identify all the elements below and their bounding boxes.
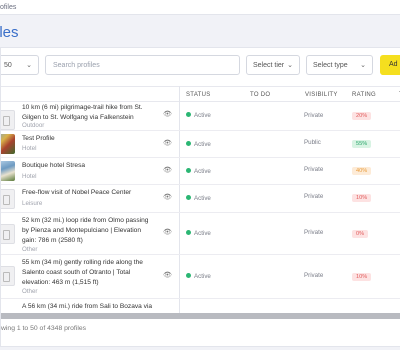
- table-row[interactable]: Test Profile Hotel 👁︎ Active Public 55%: [1, 131, 400, 158]
- eye-icon[interactable]: 👁︎: [163, 139, 172, 147]
- thumbnail-placeholder-icon: [1, 110, 15, 130]
- status-text: Active: [194, 168, 211, 175]
- table-header: STATUS TO DO VISIBILITY RATING T: [1, 86, 400, 102]
- table-row[interactable]: 55 km (34 mi) gently rolling ride along …: [1, 255, 400, 299]
- pagination-summary: wing 1 to 50 of 4348 profiles: [1, 325, 87, 332]
- thumbnail-image: [1, 161, 15, 181]
- status-dot-icon: [186, 273, 191, 278]
- table-row[interactable]: Free-flow visit of Nobel Peace Center Le…: [1, 185, 400, 213]
- status-text: Active: [194, 273, 211, 280]
- thumbnail-image: [1, 134, 15, 154]
- rating-badge: 20%: [352, 112, 372, 120]
- table-body: 10 km (6 mi) pilgrimage-trail hike from …: [1, 103, 400, 313]
- rating-badge: 55%: [352, 140, 372, 148]
- column-rating[interactable]: RATING: [352, 92, 376, 98]
- tier-placeholder: Select tier: [253, 62, 285, 69]
- profile-category: Other: [22, 246, 38, 253]
- thumbnail-placeholder-icon: [1, 224, 15, 244]
- profile-title[interactable]: Test Profile: [22, 134, 156, 144]
- add-profile-button[interactable]: Ad: [380, 55, 400, 75]
- status-cell: Active: [186, 141, 211, 148]
- table-row[interactable]: Boutique hotel Stresa Hotel 👁︎ Active Pr…: [1, 158, 400, 185]
- column-status[interactable]: STATUS: [186, 92, 211, 98]
- eye-icon[interactable]: 👁︎: [163, 271, 172, 279]
- thumbnail-placeholder-icon: [1, 189, 15, 209]
- per-page-value: 50: [4, 62, 12, 69]
- status-dot-icon: [186, 230, 191, 235]
- status-dot-icon: [186, 195, 191, 200]
- status-cell: Active: [186, 273, 211, 280]
- rating-badge: 10%: [352, 273, 372, 281]
- page-title: iles: [0, 24, 19, 41]
- per-page-select[interactable]: 50 ⌄: [1, 55, 39, 75]
- eye-icon[interactable]: 👁︎: [163, 228, 172, 236]
- visibility-cell: Public: [304, 139, 321, 146]
- status-text: Active: [194, 112, 211, 119]
- status-cell: Active: [186, 230, 211, 237]
- column-visibility[interactable]: VISIBILITY: [305, 92, 338, 98]
- profile-category: Other: [22, 288, 38, 295]
- status-cell: Active: [186, 168, 211, 175]
- eye-icon[interactable]: 👁︎: [163, 110, 172, 118]
- status-text: Active: [194, 141, 211, 148]
- status-dot-icon: [186, 112, 191, 117]
- profile-category: Hotel: [22, 173, 37, 180]
- type-select[interactable]: Select type ⌄: [306, 55, 373, 75]
- status-dot-icon: [186, 141, 191, 146]
- table-row[interactable]: 52 km (32 mi.) loop ride from Olmo passi…: [1, 213, 400, 255]
- profile-category: Leisure: [22, 200, 43, 207]
- search-input[interactable]: Search profiles: [45, 55, 240, 75]
- profile-title[interactable]: 52 km (32 mi.) loop ride from Olmo passi…: [22, 216, 156, 246]
- rating-badge: 40%: [352, 167, 372, 175]
- toolbar: 50 ⌄ Search profiles Select tier ⌄ Selec…: [1, 55, 400, 75]
- profile-title[interactable]: 55 km (34 mi) gently rolling ride along …: [22, 258, 156, 288]
- visibility-cell: Private: [304, 229, 324, 236]
- status-text: Active: [194, 195, 211, 202]
- horizontal-scrollbar[interactable]: [1, 313, 400, 319]
- chevron-down-icon: ⌄: [360, 62, 366, 69]
- rating-badge: 10%: [352, 194, 372, 202]
- profiles-card: 50 ⌄ Search profiles Select tier ⌄ Selec…: [0, 47, 400, 347]
- visibility-cell: Private: [304, 112, 324, 119]
- tier-select[interactable]: Select tier ⌄: [246, 55, 300, 75]
- chevron-down-icon: ⌄: [287, 62, 293, 69]
- table-row[interactable]: 10 km (6 mi) pilgrimage-trail hike from …: [1, 103, 400, 131]
- eye-icon[interactable]: 👁︎: [163, 193, 172, 201]
- status-dot-icon: [186, 168, 191, 173]
- profile-title[interactable]: A 56 km (34 mi.) ride from Sali to Bozav…: [22, 302, 156, 312]
- type-placeholder: Select type: [313, 62, 348, 69]
- column-todo[interactable]: TO DO: [250, 92, 270, 98]
- rating-badge: 0%: [352, 230, 369, 238]
- visibility-cell: Private: [304, 193, 324, 200]
- profile-category: Hotel: [22, 145, 37, 152]
- thumbnail-placeholder-icon: [1, 266, 15, 286]
- visibility-cell: Private: [304, 272, 324, 279]
- status-cell: Active: [186, 112, 211, 119]
- profile-title[interactable]: Boutique hotel Stresa: [22, 161, 156, 171]
- status-text: Active: [194, 230, 211, 237]
- status-cell: Active: [186, 195, 211, 202]
- profile-title[interactable]: Free-flow visit of Nobel Peace Center: [22, 188, 156, 198]
- chevron-down-icon: ⌄: [26, 62, 32, 69]
- profile-title[interactable]: 10 km (6 mi) pilgrimage-trail hike from …: [22, 103, 156, 123]
- table-row[interactable]: A 56 km (34 mi.) ride from Sali to Bozav…: [1, 299, 400, 313]
- profile-category: Outdoor: [22, 122, 45, 129]
- eye-icon[interactable]: 👁︎: [163, 166, 172, 174]
- breadcrumb: ofiles: [0, 0, 400, 15]
- visibility-cell: Private: [304, 166, 324, 173]
